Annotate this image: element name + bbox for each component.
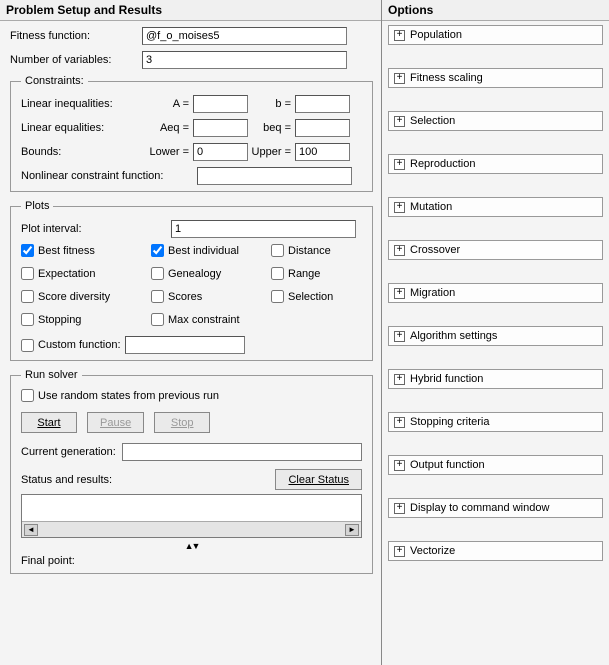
problem-setup-panel: Problem Setup and Results Fitness functi… [0,0,382,665]
beq-input[interactable] [295,119,350,137]
option-label: Selection [410,115,455,127]
Aeq-label: Aeq = [141,122,193,134]
option-output-function[interactable]: + Output function [388,455,603,475]
option-label: Output function [410,459,485,471]
option-fitness-scaling[interactable]: + Fitness scaling [388,68,603,88]
problem-setup-title: Problem Setup and Results [0,0,381,21]
score-diversity-checkbox[interactable]: Score diversity [21,290,151,303]
expand-icon[interactable]: + [394,417,405,428]
option-selection[interactable]: + Selection [388,111,603,131]
constraints-group: Constraints: Linear inequalities: A = b … [10,75,373,192]
option-label: Reproduction [410,158,475,170]
num-variables-label: Number of variables: [10,54,138,66]
scroll-right-icon[interactable]: ► [345,524,359,536]
option-label: Algorithm settings [410,330,497,342]
expand-icon[interactable]: + [394,374,405,385]
option-label: Display to command window [410,502,549,514]
A-label: A = [141,98,193,110]
plots-legend: Plots [21,200,53,212]
random-states-checkbox[interactable]: Use random states from previous run [21,389,362,402]
b-input[interactable] [295,95,350,113]
expand-icon[interactable]: + [394,331,405,342]
option-mutation[interactable]: + Mutation [388,197,603,217]
b-label: b = [251,98,295,110]
option-reproduction[interactable]: + Reproduction [388,154,603,174]
status-results-label: Status and results: [21,474,112,486]
options-panel: Options + Population + Fitness scaling + Sele… [382,0,609,665]
option-vectorize[interactable]: + Vectorize [388,541,603,561]
clear-status-button[interactable]: Clear Status [275,469,362,490]
expand-icon[interactable]: + [394,546,405,557]
scroll-left-icon[interactable]: ◄ [24,524,38,536]
range-checkbox[interactable]: Range [271,267,361,280]
custom-function-checkbox[interactable]: Custom function: [21,339,121,352]
A-input[interactable] [193,95,248,113]
scores-checkbox[interactable]: Scores [151,290,271,303]
best-individual-checkbox[interactable]: Best individual [151,244,271,257]
upper-input[interactable] [295,143,350,161]
expand-icon[interactable]: + [394,503,405,514]
current-generation-label: Current generation: [21,446,116,458]
option-label: Fitness scaling [410,72,483,84]
option-label: Migration [410,287,455,299]
nonlinear-constraint-label: Nonlinear constraint function: [21,170,197,182]
distance-checkbox[interactable]: Distance [271,244,361,257]
option-label: Stopping criteria [410,416,490,428]
horizontal-scrollbar[interactable]: ◄ ► [22,521,361,537]
options-title: Options [382,0,609,21]
max-constraint-checkbox[interactable]: Max constraint [151,313,271,326]
expand-icon[interactable]: + [394,73,405,84]
splitter-handle[interactable]: ▲▼ [21,541,362,551]
option-stopping-criteria[interactable]: + Stopping criteria [388,412,603,432]
selection-checkbox[interactable]: Selection [271,290,361,303]
status-results-box: ◄ ► [21,494,362,538]
expand-icon[interactable]: + [394,30,405,41]
expand-icon[interactable]: + [394,245,405,256]
plot-interval-input[interactable] [171,220,356,238]
option-hybrid-function[interactable]: + Hybrid function [388,369,603,389]
expand-icon[interactable]: + [394,116,405,127]
option-crossover[interactable]: + Crossover [388,240,603,260]
lower-input[interactable] [193,143,248,161]
option-label: Crossover [410,244,460,256]
constraints-legend: Constraints: [21,75,88,87]
bounds-label: Bounds: [21,146,141,158]
option-label: Vectorize [410,545,455,557]
nonlinear-constraint-input[interactable] [197,167,352,185]
custom-function-input[interactable] [125,336,245,354]
run-solver-group: Run solver Use random states from previo… [10,369,373,574]
current-generation-display [122,443,362,461]
fitness-function-label: Fitness function: [10,30,138,42]
upper-label: Upper = [251,146,295,158]
fitness-function-input[interactable] [142,27,347,45]
option-label: Hybrid function [410,373,483,385]
beq-label: beq = [251,122,295,134]
plots-group: Plots Plot interval: Best fitness Best i… [10,200,373,361]
expand-icon[interactable]: + [394,288,405,299]
Aeq-input[interactable] [193,119,248,137]
best-fitness-checkbox[interactable]: Best fitness [21,244,151,257]
genealogy-checkbox[interactable]: Genealogy [151,267,271,280]
plot-interval-label: Plot interval: [21,223,171,235]
stopping-checkbox[interactable]: Stopping [21,313,151,326]
start-button[interactable]: Start [21,412,77,433]
linear-equalities-label: Linear equalities: [21,122,141,134]
option-display-to-command-window[interactable]: + Display to command window [388,498,603,518]
final-point-label: Final point: [21,555,75,567]
num-variables-input[interactable] [142,51,347,69]
option-algorithm-settings[interactable]: + Algorithm settings [388,326,603,346]
expand-icon[interactable]: + [394,460,405,471]
expectation-checkbox[interactable]: Expectation [21,267,151,280]
expand-icon[interactable]: + [394,159,405,170]
run-solver-legend: Run solver [21,369,82,381]
pause-button[interactable]: Pause [87,412,144,433]
option-migration[interactable]: + Migration [388,283,603,303]
option-population[interactable]: + Population [388,25,603,45]
option-label: Population [410,29,462,41]
lower-label: Lower = [141,146,193,158]
stop-button[interactable]: Stop [154,412,210,433]
option-label: Mutation [410,201,452,213]
linear-inequalities-label: Linear inequalities: [21,98,141,110]
expand-icon[interactable]: + [394,202,405,213]
